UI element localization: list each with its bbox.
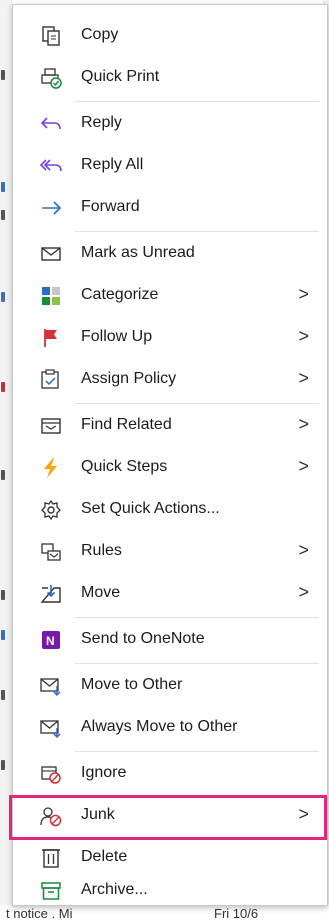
- move-icon: [39, 582, 63, 606]
- menu-item-categorize[interactable]: Categorize >: [13, 275, 327, 317]
- menu-item-label: Reply All: [81, 156, 144, 173]
- menu-item-label: Move: [81, 584, 121, 601]
- background-row: t notice . Mi Fri 10/6: [0, 905, 329, 921]
- menu-item-label: Assign Policy: [81, 370, 177, 387]
- gear-icon: [39, 498, 63, 522]
- menu-item-find-related[interactable]: Find Related >: [13, 405, 327, 447]
- background-message-list: [0, 0, 12, 921]
- reply-icon: [39, 112, 63, 136]
- background-row-date: Fri 10/6: [214, 906, 259, 921]
- background-mark: [1, 630, 5, 640]
- flag-icon: [39, 326, 63, 350]
- menu-separator: [75, 403, 319, 404]
- background-mark: [1, 292, 5, 302]
- submenu-arrow-icon: >: [298, 284, 309, 304]
- junk-icon: [39, 804, 63, 828]
- lightning-icon: [39, 456, 63, 480]
- menu-item-forward[interactable]: Forward: [13, 187, 327, 229]
- background-mark: [1, 470, 5, 480]
- trash-icon: [39, 846, 63, 870]
- menu-separator: [75, 617, 319, 618]
- forward-icon: [39, 196, 63, 220]
- background-mark: [1, 182, 5, 192]
- menu-item-label: Junk: [81, 806, 115, 823]
- reply-all-icon: [39, 154, 63, 178]
- menu-item-assign-policy[interactable]: Assign Policy >: [13, 359, 327, 401]
- menu-item-label: Ignore: [81, 764, 127, 781]
- menu-item-label: Quick Print: [81, 68, 160, 85]
- menu-item-label: Quick Steps: [81, 458, 168, 475]
- menu-item-archive[interactable]: Archive...: [13, 879, 327, 903]
- menu-item-rules[interactable]: Rules >: [13, 531, 327, 573]
- submenu-arrow-icon: >: [298, 804, 309, 824]
- menu-item-label: Send to OneNote: [81, 630, 205, 647]
- find-related-icon: [39, 414, 63, 438]
- menu-item-always-move-to-other[interactable]: Always Move to Other: [13, 707, 327, 749]
- svg-text:N: N: [46, 634, 55, 648]
- menu-item-label: Rules: [81, 542, 122, 559]
- onenote-icon: N: [39, 628, 63, 652]
- archive-icon: [39, 879, 63, 903]
- background-mark: [1, 382, 5, 392]
- menu-item-label: Follow Up: [81, 328, 153, 345]
- menu-item-reply[interactable]: Reply: [13, 103, 327, 145]
- background-mark: [1, 760, 5, 770]
- menu-item-label: Delete: [81, 848, 128, 865]
- submenu-arrow-icon: >: [298, 414, 309, 434]
- background-mark: [1, 70, 5, 80]
- menu-item-label: Always Move to Other: [81, 718, 238, 735]
- quick-print-icon: [39, 66, 63, 90]
- envelope-icon: [39, 242, 63, 266]
- menu-item-follow-up[interactable]: Follow Up >: [13, 317, 327, 359]
- submenu-arrow-icon: >: [298, 582, 309, 602]
- menu-item-label: Copy: [81, 26, 119, 43]
- menu-separator: [75, 101, 319, 102]
- menu-separator: [75, 231, 319, 232]
- menu-item-junk[interactable]: Junk >: [9, 795, 327, 840]
- ignore-icon: [39, 762, 63, 786]
- categorize-icon: [39, 284, 63, 308]
- menu-item-label: Find Related: [81, 416, 172, 433]
- background-mark: [1, 690, 5, 700]
- menu-item-copy[interactable]: Copy: [13, 15, 327, 57]
- menu-item-set-quick-actions[interactable]: Set Quick Actions...: [13, 489, 327, 531]
- menu-item-label: Mark as Unread: [81, 244, 195, 261]
- menu-item-label: Archive...: [81, 881, 148, 898]
- menu-item-move[interactable]: Move >: [13, 573, 327, 615]
- menu-item-delete[interactable]: Delete: [13, 837, 327, 879]
- background-row-subject: t notice . Mi: [6, 906, 73, 921]
- menu-item-ignore[interactable]: Ignore: [13, 753, 327, 795]
- copy-icon: [39, 24, 63, 48]
- menu-item-reply-all[interactable]: Reply All: [13, 145, 327, 187]
- menu-separator: [75, 751, 319, 752]
- menu-item-quick-print[interactable]: Quick Print: [13, 57, 327, 99]
- move-to-other-icon: [39, 674, 63, 698]
- background-mark: [1, 210, 5, 220]
- submenu-arrow-icon: >: [298, 456, 309, 476]
- menu-item-mark-unread[interactable]: Mark as Unread: [13, 233, 327, 275]
- menu-item-move-to-other[interactable]: Move to Other: [13, 665, 327, 707]
- submenu-arrow-icon: >: [298, 368, 309, 388]
- menu-separator: [75, 663, 319, 664]
- menu-item-label: Reply: [81, 114, 122, 131]
- menu-item-quick-steps[interactable]: Quick Steps >: [13, 447, 327, 489]
- menu-item-label: Set Quick Actions...: [81, 500, 220, 517]
- menu-item-label: Forward: [81, 198, 140, 215]
- context-menu: Copy Quick Print Reply Reply All Forward: [9, 4, 328, 906]
- menu-item-send-to-onenote[interactable]: N Send to OneNote: [13, 619, 327, 661]
- background-mark: [1, 590, 5, 600]
- submenu-arrow-icon: >: [298, 326, 309, 346]
- menu-item-label: Move to Other: [81, 676, 183, 693]
- always-move-icon: [39, 716, 63, 740]
- menu-item-label: Categorize: [81, 286, 159, 303]
- rules-icon: [39, 540, 63, 564]
- submenu-arrow-icon: >: [298, 540, 309, 560]
- policy-icon: [39, 368, 63, 392]
